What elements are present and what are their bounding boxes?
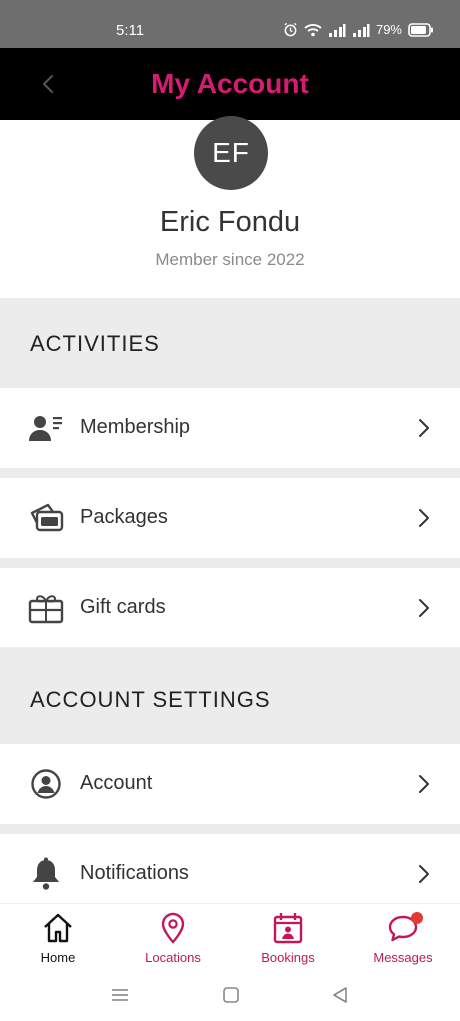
- nav-label: Locations: [145, 950, 201, 965]
- signal-icon-2: [352, 23, 370, 37]
- home-system-button[interactable]: [221, 985, 245, 1007]
- section-header-account-settings: ACCOUNT SETTINGS: [0, 647, 460, 744]
- avatar: EF: [194, 116, 268, 190]
- back-system-button[interactable]: [330, 985, 354, 1007]
- profile-name: Eric Fondu: [159, 206, 301, 238]
- nav-messages[interactable]: Messages: [353, 910, 453, 970]
- signal-icon: [328, 23, 346, 37]
- menu-item-label: Membership: [80, 416, 191, 438]
- menu-item-label: Packages: [80, 506, 168, 528]
- profile-card: EF Eric Fondu Member since 2022: [0, 116, 460, 298]
- wifi-icon: [304, 23, 322, 37]
- member-since: Member since 2022: [155, 250, 305, 269]
- menu-item-gift-cards[interactable]: Gift cards: [0, 568, 460, 648]
- menu-item-packages[interactable]: Packages: [0, 478, 460, 558]
- membership-card-icon: [28, 410, 64, 446]
- divider: [0, 558, 460, 568]
- divider: [0, 468, 460, 478]
- nav-home[interactable]: Home: [8, 910, 108, 970]
- nav-bookings[interactable]: Bookings: [238, 910, 338, 970]
- battery-percent: 79%: [375, 22, 402, 37]
- status-icons: 79%: [283, 22, 434, 37]
- chevron-right-icon: [419, 509, 429, 527]
- system-nav-bar: [0, 973, 460, 1021]
- section-title: ACTIVITIES: [30, 331, 160, 356]
- chevron-right-icon: [419, 419, 429, 437]
- menu-item-label: Gift cards: [80, 596, 166, 618]
- status-time: 5:11: [116, 22, 145, 39]
- nav-label: Home: [40, 950, 76, 965]
- calendar-icon: [273, 913, 303, 944]
- nav-label: Bookings: [261, 950, 315, 965]
- divider: [0, 824, 460, 834]
- triangle-back-icon: [333, 987, 347, 1003]
- menu-item-label: Notifications: [80, 862, 189, 884]
- square-icon: [223, 987, 239, 1003]
- nav-locations[interactable]: Locations: [123, 910, 223, 970]
- section-header-activities: ACTIVITIES: [0, 298, 460, 388]
- menu-lines-icon: [112, 989, 128, 1001]
- menu-item-notifications[interactable]: Notifications: [0, 834, 460, 914]
- alarm-icon: [283, 22, 298, 37]
- section-title: ACCOUNT SETTINGS: [30, 687, 271, 712]
- packages-icon: [28, 500, 64, 536]
- bottom-nav: Home Locations Bookings Messages: [0, 903, 460, 973]
- page-title: My Account: [151, 68, 309, 99]
- status-bar: 5:11 79%: [0, 0, 460, 48]
- notification-badge: [411, 912, 423, 924]
- chevron-right-icon: [419, 865, 429, 883]
- nav-label: Messages: [373, 950, 433, 965]
- gift-card-icon: [28, 590, 64, 626]
- user-circle-icon: [28, 766, 64, 802]
- battery-icon: [408, 22, 434, 37]
- home-icon: [44, 913, 72, 943]
- bell-icon: [28, 856, 64, 892]
- recent-apps-button[interactable]: [110, 985, 134, 1007]
- menu-item-label: Account: [80, 772, 153, 794]
- menu-item-membership[interactable]: Membership: [0, 388, 460, 468]
- menu-item-account[interactable]: Account: [0, 744, 460, 824]
- location-pin-icon: [161, 912, 185, 944]
- chevron-right-icon: [419, 599, 429, 617]
- app-header: My Account: [0, 48, 460, 120]
- chevron-right-icon: [419, 775, 429, 793]
